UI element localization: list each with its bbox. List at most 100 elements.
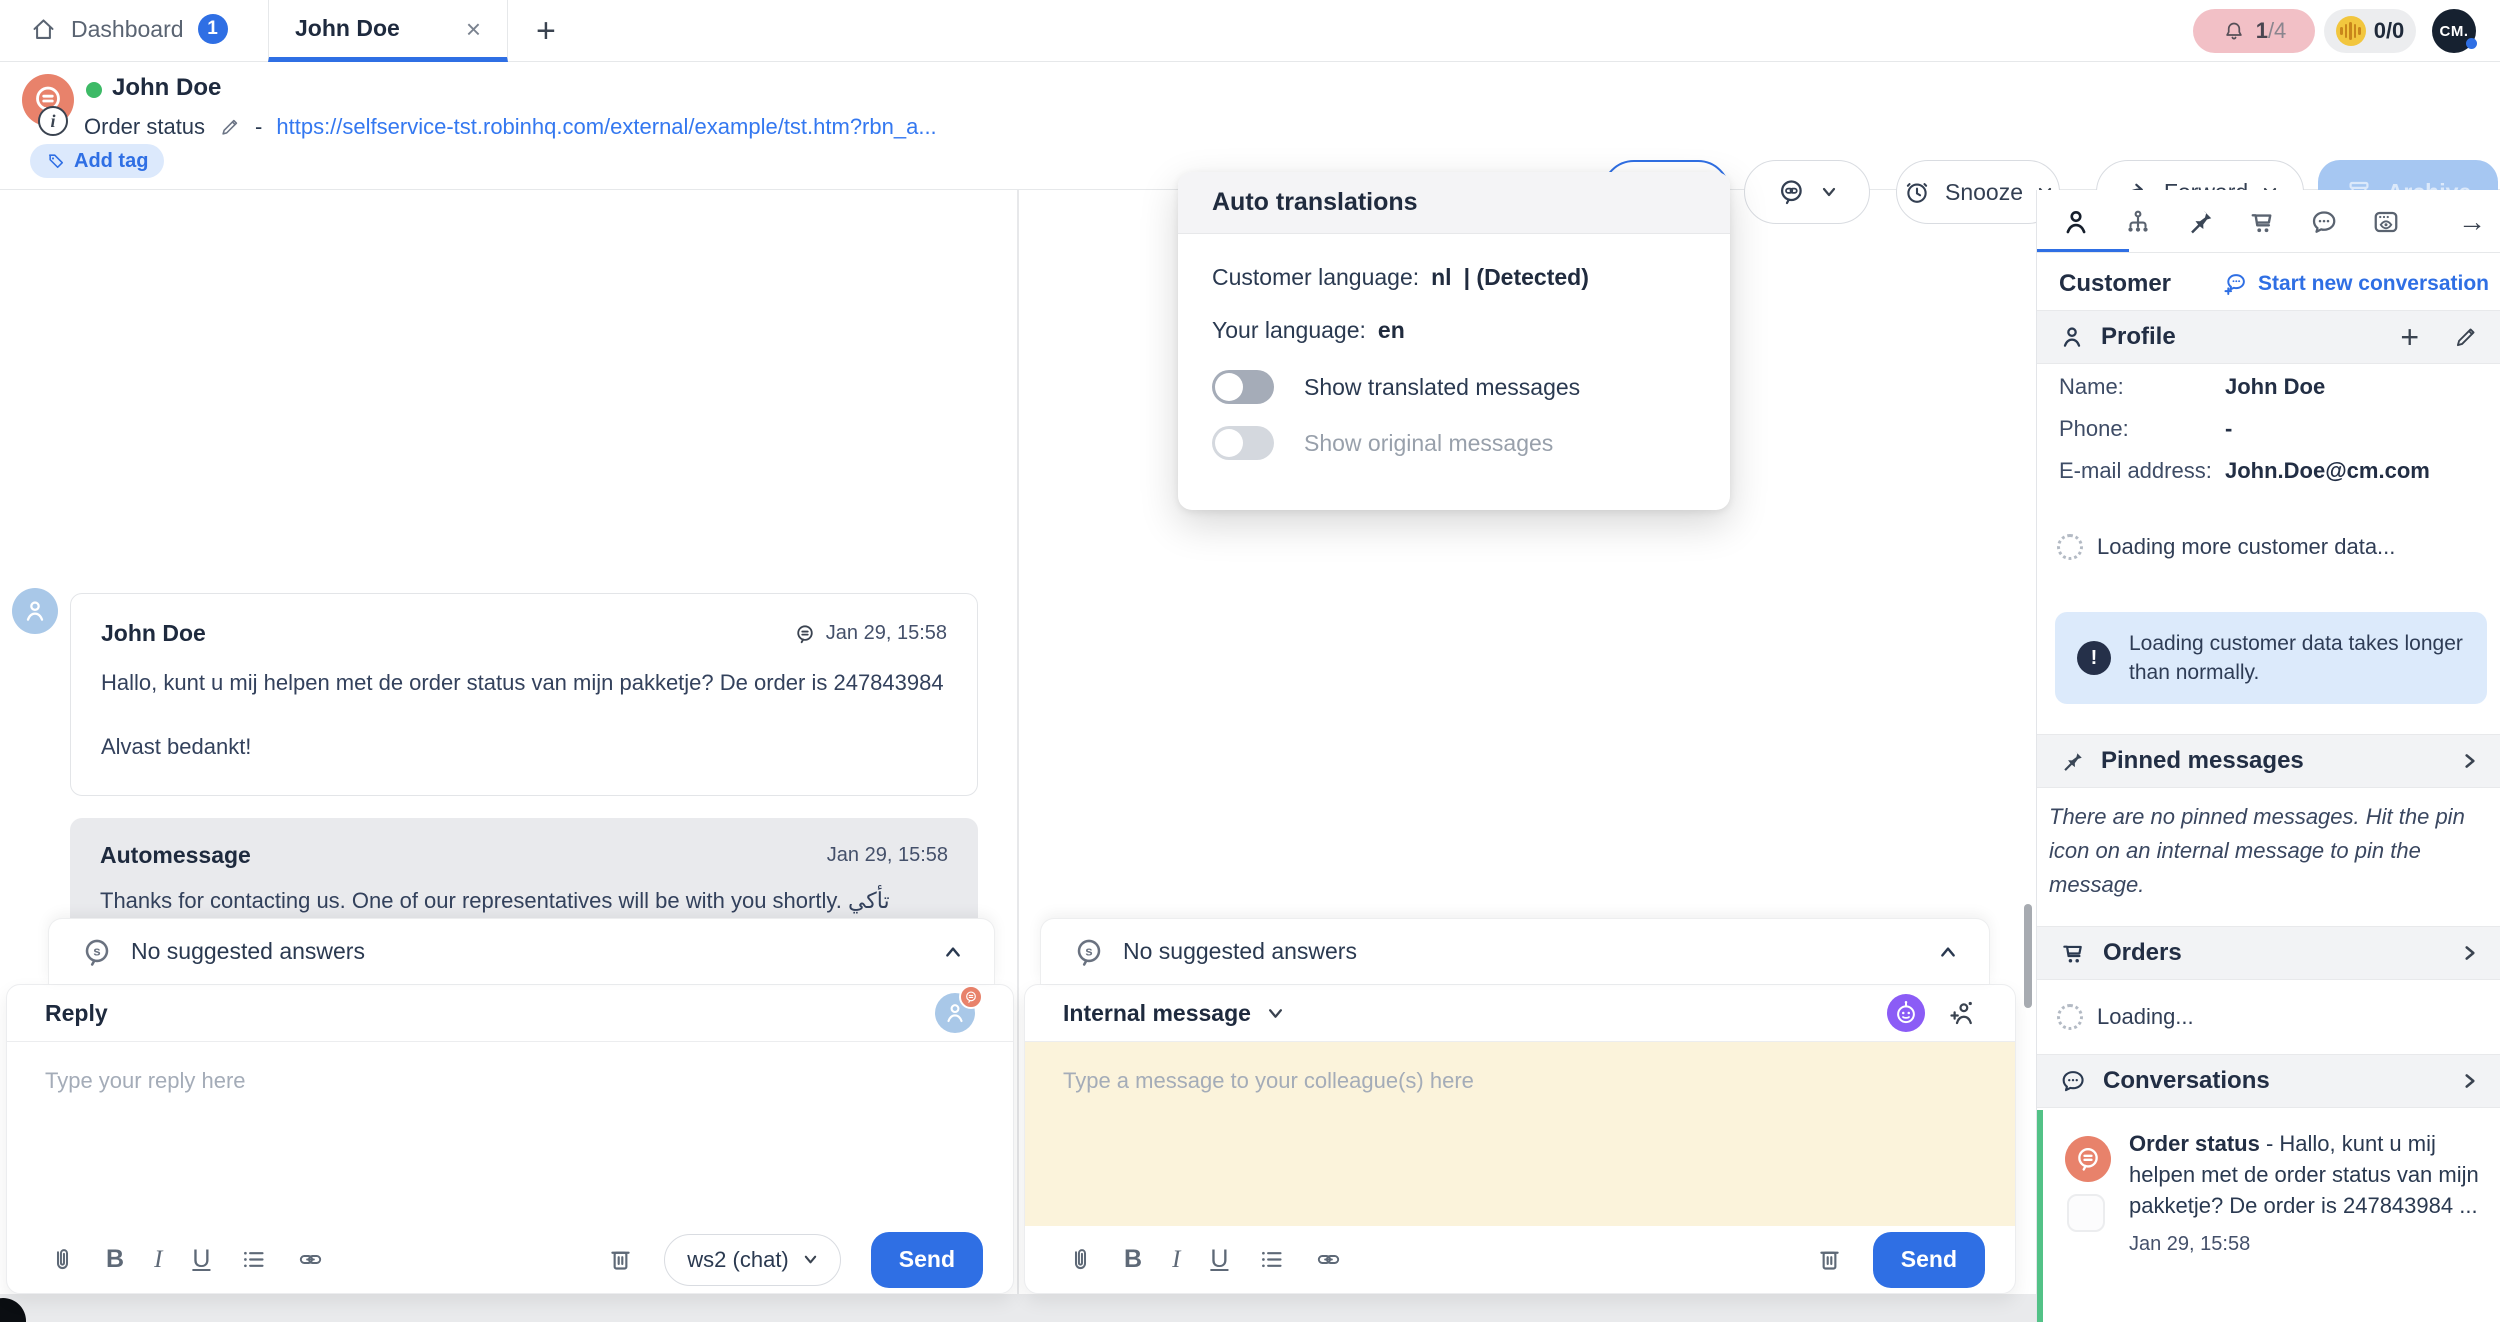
cart-icon [2059, 939, 2087, 967]
chevron-down-icon[interactable] [1267, 1005, 1284, 1022]
field-label: Name: [2059, 374, 2225, 400]
add-profile-icon[interactable]: + [2400, 319, 2419, 356]
delete-draft-icon[interactable] [1816, 1246, 1843, 1273]
internal-input[interactable] [1025, 1042, 2015, 1226]
dashboard-nav[interactable]: Dashboard 1 [30, 14, 228, 44]
tab-organization-icon[interactable] [2123, 207, 2153, 237]
user-avatar[interactable]: CM. [2432, 9, 2476, 53]
orders-section-header[interactable]: Orders [2037, 926, 2500, 980]
collapse-sidebar-icon[interactable]: → [2458, 206, 2486, 238]
tabs-divider [2037, 252, 2500, 253]
link-button[interactable] [1315, 1246, 1342, 1273]
add-tag-button[interactable]: Add tag [30, 144, 164, 178]
conversation-title: Order status [84, 114, 205, 140]
tab-john-doe[interactable]: John Doe × [268, 0, 508, 62]
internal-title: Internal message [1063, 1000, 1251, 1027]
bold-button[interactable]: B [1124, 1245, 1142, 1274]
underline-button[interactable]: U [1210, 1245, 1228, 1274]
tab-pinned-icon[interactable] [2185, 207, 2215, 237]
new-conversation-icon [2222, 271, 2248, 297]
list-button[interactable] [1258, 1246, 1285, 1273]
link-button[interactable] [297, 1246, 324, 1273]
conversation-item-text: Order status - Hallo, kunt u mij helpen … [2129, 1131, 2479, 1218]
avatar-initials: CM. [2440, 23, 2469, 40]
tab-close-icon[interactable]: × [466, 16, 481, 42]
tab-title: John Doe [295, 15, 466, 42]
spinner-icon [2057, 534, 2083, 560]
channel-selector-value: ws2 (chat) [687, 1247, 788, 1273]
field-value: John Doe [2225, 374, 2325, 400]
conversations-icon [2059, 1067, 2087, 1095]
send-reply-button[interactable]: Send [871, 1232, 983, 1288]
field-value: John.Doe@cm.com [2225, 458, 2430, 484]
spinner-icon [2057, 1004, 2083, 1030]
bell-icon [2222, 19, 2246, 43]
italic-button[interactable]: I [154, 1246, 162, 1274]
conversations-title: Conversations [2103, 1067, 2445, 1095]
auto-translations-popup: Auto translations Customer language: nl … [1178, 172, 1730, 510]
start-new-conversation-link[interactable]: Start new conversation [2222, 271, 2489, 297]
popup-title: Auto translations [1178, 172, 1730, 234]
customer-language-value: nl [1431, 264, 1451, 291]
tab-orders-icon[interactable] [2247, 207, 2277, 237]
field-label: Phone: [2059, 416, 2225, 442]
italic-button[interactable]: I [1172, 1246, 1180, 1274]
person-icon [22, 598, 48, 624]
profile-icon [2059, 324, 2085, 350]
edit-profile-icon[interactable] [2453, 324, 2479, 350]
delete-draft-icon[interactable] [607, 1246, 634, 1273]
voice-pill[interactable]: 0/0 [2324, 9, 2416, 53]
conversations-section-header[interactable]: Conversations [2037, 1054, 2500, 1108]
info-badge-icon[interactable]: i [38, 106, 68, 136]
dashboard-label: Dashboard [71, 16, 184, 43]
dashboard-badge: 1 [198, 14, 228, 44]
separator: - [255, 114, 262, 140]
show-original-toggle[interactable] [1212, 426, 1274, 460]
your-language-label: Your language: [1212, 317, 1366, 344]
customer-name: John Doe [112, 74, 221, 102]
conversation-checkbox[interactable] [2067, 1194, 2105, 1232]
channel-selector[interactable]: ws2 (chat) [664, 1234, 840, 1286]
tab-conversations-icon[interactable] [2309, 207, 2339, 237]
conversation-url-link[interactable]: https://selfservice-tst.robinhq.com/exte… [276, 114, 936, 140]
channel-chat-icon [794, 623, 816, 645]
conversation-list-item[interactable]: Order status - Hallo, kunt u mij helpen … [2037, 1110, 2500, 1322]
new-tab-button[interactable]: + [536, 12, 556, 51]
add-colleague-icon[interactable] [1947, 998, 1977, 1028]
attachment-icon[interactable] [49, 1246, 76, 1273]
show-translated-toggle[interactable] [1212, 370, 1274, 404]
attachment-icon[interactable] [1067, 1246, 1094, 1273]
reply-editor-area[interactable] [7, 1042, 1013, 1226]
conversation-link-button[interactable] [1744, 160, 1870, 224]
chevron-right-icon [2461, 752, 2479, 770]
orders-loading: Loading... [2057, 1004, 2194, 1030]
message-meta: Jan 29, 15:58 [794, 622, 947, 645]
pinned-title: Pinned messages [2101, 747, 2445, 775]
bold-button[interactable]: B [106, 1245, 124, 1274]
send-internal-button[interactable]: Send [1873, 1232, 1985, 1288]
edit-title-icon[interactable] [219, 116, 241, 138]
your-language-value: en [1378, 317, 1405, 344]
chevron-right-icon [2461, 1072, 2479, 1090]
chevron-up-icon[interactable] [944, 943, 962, 961]
internal-editor-area[interactable] [1025, 1042, 2015, 1226]
underline-button[interactable]: U [192, 1245, 210, 1274]
list-button[interactable] [240, 1246, 267, 1273]
reply-input[interactable] [7, 1042, 1013, 1226]
tab-browser-icon[interactable] [2371, 207, 2401, 237]
suggested-answers-bar-internal[interactable]: No suggested answers [1040, 918, 1990, 984]
suggested-answers-bar-reply[interactable]: No suggested answers [48, 918, 995, 984]
snooze-label: Snooze [1945, 179, 2023, 206]
status-dot [2466, 38, 2477, 49]
pinned-section-header[interactable]: Pinned messages [2037, 734, 2500, 788]
tab-customer-icon[interactable] [2061, 207, 2091, 237]
profile-row: Phone: - [2059, 416, 2479, 442]
profile-section-header[interactable]: Profile + [2037, 310, 2500, 364]
field-value: - [2225, 416, 2232, 442]
chevron-up-icon[interactable] [1939, 943, 1957, 961]
voice-icon [2336, 16, 2366, 46]
bot-assistant-icon[interactable] [1887, 994, 1925, 1032]
scrollbar-thumb[interactable] [2024, 904, 2032, 1008]
notifications-pill[interactable]: 1/4 [2193, 9, 2315, 53]
field-label: E-mail address: [2059, 458, 2225, 484]
